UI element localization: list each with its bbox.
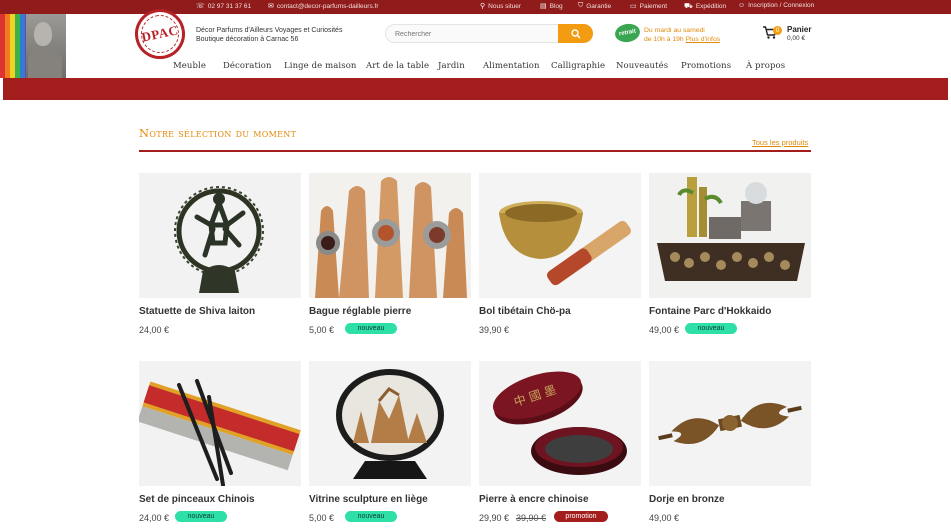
cart-count-badge: 0 [773,26,782,35]
search-input[interactable] [395,29,555,39]
link-label: Blog [549,2,563,10]
tagline-line-1: Décor Parfums d'Ailleurs Voyages et Curi… [196,27,343,34]
product-image-singing-bowl[interactable] [479,173,641,298]
header-red-band [3,78,948,100]
nav-item-nouveautes[interactable]: Nouveautés [616,61,668,71]
nav-item-alimentation[interactable]: Alimentation [483,61,540,71]
product-price: 24,00 € [139,325,170,335]
tagline-line-2: Boutique décoration à Carnac 56 [196,36,299,43]
link-label: Nous situer [488,2,522,10]
search-bar [385,24,593,43]
link-label: Inscription / Connexion [748,2,815,9]
link-label: Garantie [586,2,612,10]
nav-link-guarantee[interactable]: ⛉ Garantie [578,2,611,10]
product-price: 24,00 € [139,513,170,523]
all-products-link[interactable]: Tous les produits [752,138,808,147]
hours-line-1: Du mardi au samedi [644,27,705,34]
top-bar: ☏ 02 97 31 37 61 ✉ contact@decor-parfums-d… [0,0,951,14]
product-name[interactable]: Statuette de Shiva laiton [139,306,255,317]
location-pin-icon: ⚲ [480,3,486,10]
search-icon [570,28,581,39]
new-badge: nouveau [685,323,737,334]
product-name[interactable]: Vitrine sculpture en liège [309,494,428,505]
hours-line-2: de 10h à 19h [644,36,684,43]
shield-icon: ⛉ [578,2,584,9]
product-name[interactable]: Bol tibétain Chö-pa [479,306,571,317]
product-name[interactable]: Set de pinceaux Chinois [139,494,255,505]
product-price: 29,90 € [479,513,510,523]
nav-link-account[interactable]: ☺ Inscription / Connexion [738,2,814,9]
product-image-shiva[interactable] [139,173,301,298]
phone-number: 02 97 31 37 61 [207,2,252,10]
new-badge: nouveau [175,511,227,522]
product-image-cork-sculpture[interactable] [309,361,471,486]
user-icon: ☺ [738,2,746,9]
cart-amount: 0,00 € [787,35,806,42]
section-divider [139,150,811,152]
retrait-label: retrait [618,28,637,38]
phone-icon: ☏ [196,3,205,10]
product-image-dorje[interactable] [649,361,811,486]
nav-item-meuble[interactable]: Meuble [173,61,206,71]
product-name[interactable]: Dorje en bronze [649,494,725,505]
nav-item-linge[interactable]: Linge de maison [284,61,356,71]
main-nav: Meuble Décoration Linge de maison Art de… [0,58,951,78]
product-price: 5,00 € [309,513,335,523]
nav-link-locate[interactable]: ⚲ Nous situer [480,2,522,11]
product-name[interactable]: Bague réglable pierre [309,306,411,317]
product-price: 5,00 € [309,325,335,335]
promotion-badge: promotion [554,511,608,522]
card-icon: ▭ [630,3,637,10]
product-image-fountain[interactable] [649,173,811,298]
opening-hours: Du mardi au samedi de 10h à 19h Plus d'i… [644,26,720,44]
nav-item-promotions[interactable]: Promotions [681,61,731,71]
link-label: Paiement [639,2,668,10]
new-badge: nouveau [345,511,397,522]
product-name[interactable]: Pierre à encre chinoise [479,494,589,505]
truck-icon: ⛟ [684,3,693,10]
site-tagline: Décor Parfums d'Ailleurs Voyages et Curi… [196,26,342,44]
nav-link-blog[interactable]: ▤ Blog [540,2,563,11]
phone-link[interactable]: ☏ 02 97 31 37 61 [196,2,252,11]
cart-title[interactable]: Panier [787,25,811,34]
blog-icon: ▤ [540,3,547,10]
mail-icon: ✉ [268,3,274,10]
nav-item-decoration[interactable]: Décoration [223,61,272,71]
email-link[interactable]: ✉ contact@decor-parfums-dailleurs.fr [268,2,379,11]
nav-link-payment[interactable]: ▭ Paiement [630,2,668,11]
product-image-brushes[interactable] [139,361,301,486]
old-price: 39,90 € [516,513,547,523]
nav-item-calligraphie[interactable]: Calligraphie [551,61,605,71]
nav-link-shipping[interactable]: ⛟ Expédition [684,2,726,11]
link-label: Expédition [695,3,727,10]
product-image-rings[interactable] [309,173,471,298]
email-address: contact@decor-parfums-dailleurs.fr [276,2,379,10]
logo-text: DPAC [140,22,180,45]
product-name[interactable]: Fontaine Parc d'Hokkaido [649,306,771,317]
search-button[interactable] [558,24,593,43]
nav-item-a-propos[interactable]: À propos [746,61,785,71]
product-price: 49,00 € [649,513,680,523]
hours-more-info-link[interactable]: Plus d'infos [686,36,721,43]
nav-item-jardin[interactable]: Jardin [438,61,465,71]
product-price: 39,90 € [479,325,510,335]
new-badge: nouveau [345,323,397,334]
product-price: 49,00 € [649,325,680,335]
product-image-ink-stone[interactable]: 中 國 墨 [479,361,641,486]
nav-item-art-table[interactable]: Art de la table [366,61,429,71]
section-title: Notre sélection du moment [139,126,297,140]
